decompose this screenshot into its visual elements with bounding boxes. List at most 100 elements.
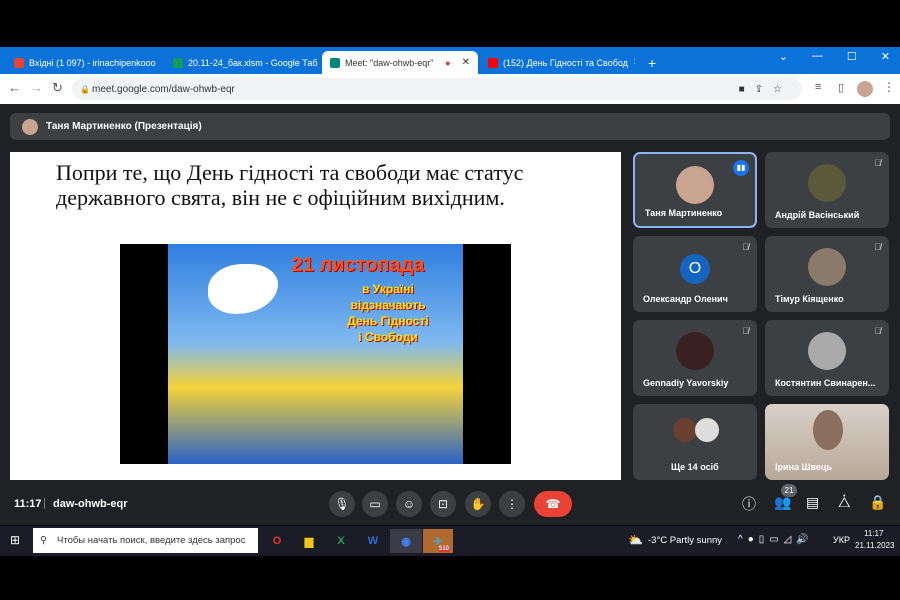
avatar <box>673 418 697 442</box>
minimize-icon[interactable]: — <box>812 50 823 63</box>
tab-youtube[interactable]: (152) День Гідності та Свобод ✕ <box>480 51 635 74</box>
windows-start-icon[interactable]: ⊞ <box>10 533 20 547</box>
avatar <box>695 418 719 442</box>
close-icon[interactable]: ✕ <box>633 57 635 68</box>
tab-title: Вхідні (1 097) - irinachipenkooo <box>29 57 156 68</box>
opera-icon[interactable]: O <box>264 529 290 553</box>
tab-bar: Вхідні (1 097) - irinachipenkooo✕ 20.11-… <box>0 47 900 74</box>
mic-off-icon: 🎙̸ <box>874 326 881 336</box>
lock-icon: 🔒 <box>80 84 90 94</box>
forward-icon[interactable]: → <box>30 80 43 95</box>
participant-name: Олександр Оленич <box>643 294 728 304</box>
bookmark-star-icon[interactable]: ☆ <box>773 84 792 95</box>
weather-text[interactable]: -3°C Partly sunny <box>648 535 722 546</box>
raise-hand-button[interactable]: ✋ <box>465 491 491 517</box>
poster-line: 21 листопада <box>291 254 425 276</box>
window-controls: ⌄ — ☐ ✕ <box>779 50 890 63</box>
participant-tile[interactable]: 🎙̸ О Олександр Оленич <box>633 236 757 312</box>
clock-time[interactable]: 11:17 <box>864 529 883 538</box>
mic-off-icon: 🎙̸ <box>742 242 749 252</box>
emoji-button[interactable]: ☺ <box>396 491 422 517</box>
participant-tile[interactable]: 🎙̸ Костянтин Свинарен... <box>765 320 889 396</box>
camera-button[interactable]: ▭ <box>362 491 388 517</box>
back-icon[interactable]: ← <box>8 80 21 95</box>
word-icon[interactable]: W <box>360 529 386 553</box>
participant-name: Ще 14 осіб <box>671 462 719 472</box>
video-person <box>813 410 843 450</box>
tab-title: Meet: "daw-ohwb-eqr" <box>345 57 434 68</box>
reading-list-icon[interactable]: ≡ <box>815 81 821 93</box>
language-indicator[interactable]: УКР <box>833 535 850 545</box>
poster-image: 21 листопада в Україні відзначають День … <box>120 244 511 464</box>
participant-name: Андрій Васінський <box>775 210 860 220</box>
participant-tile[interactable]: 🎙̸ Тімур Кіященко <box>765 236 889 312</box>
profile-avatar[interactable] <box>857 81 873 97</box>
avatar: О <box>680 254 710 284</box>
menu-icon[interactable]: ⋮ <box>883 80 895 94</box>
windows-taskbar: ⊞ ⚲ Чтобы начать поиск, введите здесь зап… <box>0 526 900 556</box>
clock-date[interactable]: 21.11.2023 <box>855 541 894 550</box>
chrome-icon[interactable]: ◉ <box>390 529 422 553</box>
participant-tile[interactable]: 🎙̸ Gennadiy Yavorskiy <box>633 320 757 396</box>
meeting-code: daw-ohwb-eqr <box>53 498 128 510</box>
tab-search-icon[interactable]: ⌄ <box>779 50 788 63</box>
end-call-button[interactable]: ☎ <box>534 491 572 517</box>
gmail-icon <box>14 57 24 68</box>
poster-line: і Свободи <box>358 330 418 344</box>
avatar <box>808 332 846 370</box>
side-panel-icon[interactable]: ▯ <box>838 81 844 94</box>
more-participants-tile[interactable]: Ще 14 осіб <box>633 404 757 480</box>
recording-icon: ● <box>445 57 451 68</box>
tab-title: (152) День Гідності та Свобод <box>503 57 628 68</box>
slide-text: Попри те, що День гідності та свободи ма… <box>56 160 524 210</box>
more-options-button[interactable]: ⋮ <box>499 491 525 517</box>
participant-tile[interactable]: ▮▮ Таня Мартиненко <box>633 152 757 228</box>
new-tab-button[interactable]: + <box>640 51 664 74</box>
host-controls-icon[interactable]: 🔒 <box>869 494 886 511</box>
presentation-slide: Попри те, що День гідності та свободи ма… <box>10 152 621 480</box>
divider: | <box>43 497 46 509</box>
info-icon[interactable]: ⓘ <box>742 494 756 514</box>
presenter-name: Таня Мартиненко (Презентація) <box>46 121 202 132</box>
meeting-time: 11:17 <box>14 498 42 510</box>
mic-button[interactable]: 🎙 <box>329 491 355 517</box>
url-text: meet.google.com/daw-ohwb-eqr <box>92 83 235 95</box>
mic-off-icon: 🎙̸ <box>742 326 749 336</box>
reload-icon[interactable]: ↻ <box>52 80 63 96</box>
poster-line: День Гідності <box>347 314 429 328</box>
tab-sheets[interactable]: 20.11-24_бак.xlsm - Google Таб✕ <box>165 51 320 74</box>
activities-icon[interactable]: ⧊ <box>838 494 851 511</box>
system-tray-icons[interactable]: ^●▯▭◿🔊 <box>738 534 814 545</box>
search-icon: ⚲ <box>40 535 47 546</box>
share-icon[interactable]: ⇪ <box>755 84 773 95</box>
meet-icon <box>330 57 340 68</box>
speaking-icon: ▮▮ <box>733 160 749 176</box>
participant-name: Gennadiy Yavorskiy <box>643 378 729 388</box>
tab-gmail[interactable]: Вхідні (1 097) - irinachipenkooo✕ <box>6 51 161 74</box>
close-window-icon[interactable]: ✕ <box>881 50 890 63</box>
mic-off-icon: 🎙̸ <box>874 242 881 252</box>
participant-name: Таня Мартиненко <box>645 208 723 218</box>
participant-count-badge: 21 <box>781 484 797 497</box>
telegram-icon[interactable]: ✈ 510 <box>423 529 453 553</box>
participant-tile[interactable]: 🎙̸ Андрій Васінський <box>765 152 889 228</box>
presenter-bar: Таня Мартиненко (Презентація) <box>10 113 890 140</box>
file-explorer-icon[interactable]: ▆ <box>296 529 322 553</box>
avatar <box>676 166 714 204</box>
taskbar-search-input[interactable]: ⚲ Чтобы начать поиск, введите здесь запро… <box>33 528 258 553</box>
poster-line: в Україні <box>362 282 414 296</box>
poster-line: відзначають <box>350 298 426 312</box>
tab-meet[interactable]: Meet: "daw-ohwb-eqr" ● ✕ <box>322 51 478 74</box>
excel-icon[interactable]: X <box>328 529 354 553</box>
participant-video-tile[interactable]: Ірина Швець <box>765 404 889 480</box>
url-input[interactable]: 🔒 meet.google.com/daw-ohwb-eqr ■⇪☆ <box>72 78 802 100</box>
tab-title: 20.11-24_бак.xlsm - Google Таб <box>188 57 318 68</box>
address-bar-area: ← → ↻ 🔒 meet.google.com/daw-ohwb-eqr ■⇪☆ … <box>0 74 900 104</box>
chat-icon[interactable]: ▤ <box>806 494 819 511</box>
close-icon[interactable]: ✕ <box>462 57 470 68</box>
avatar <box>676 332 714 370</box>
camera-icon[interactable]: ■ <box>739 84 755 95</box>
present-button[interactable]: ⊡ <box>430 491 456 517</box>
search-placeholder: Чтобы начать поиск, введите здесь запрос <box>57 535 246 546</box>
maximize-icon[interactable]: ☐ <box>847 50 857 63</box>
